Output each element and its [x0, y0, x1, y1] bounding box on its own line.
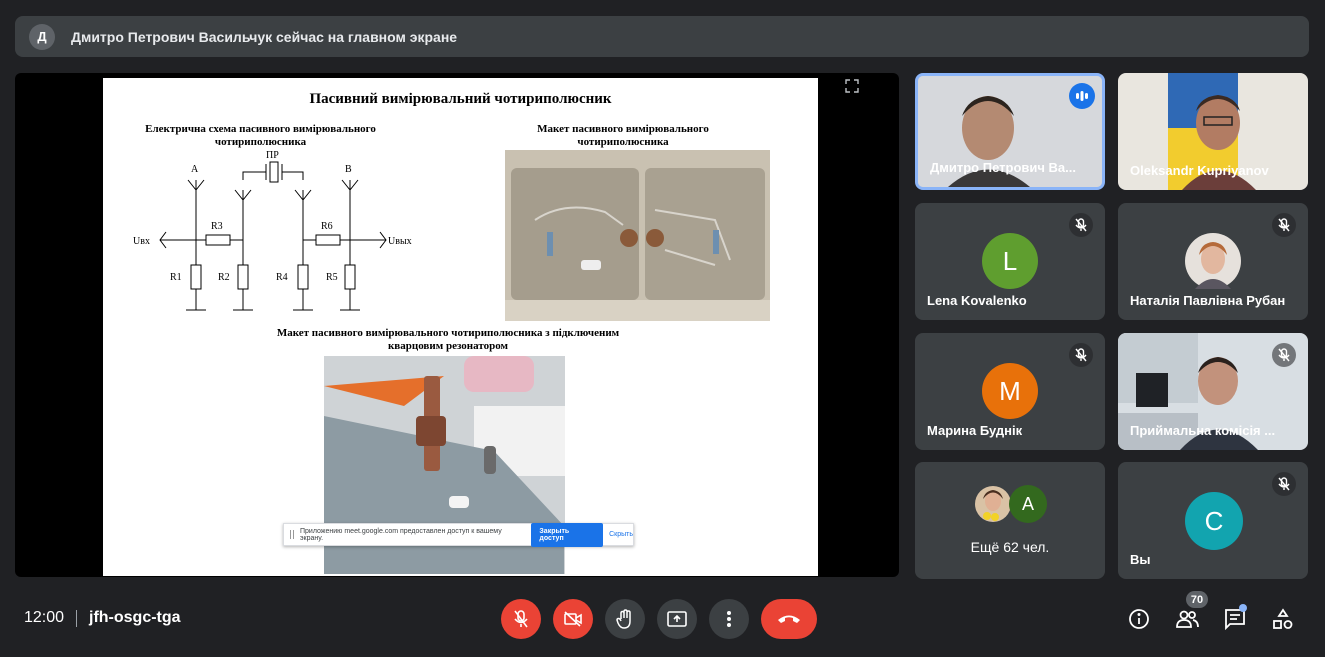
unread-chat-indicator [1239, 604, 1247, 612]
participant-photo-avatar [1185, 233, 1241, 289]
participant-count-badge: 70 [1186, 591, 1208, 608]
participants-button[interactable] [1174, 606, 1200, 632]
participant-photo-avatar [975, 486, 1011, 522]
label-r1: R1 [170, 272, 182, 283]
label-pr: ПР [266, 150, 279, 161]
meeting-info-button[interactable] [1126, 606, 1152, 632]
meeting-code: jfh-osgc-tga [89, 609, 181, 626]
mic-off-icon [1069, 213, 1093, 237]
presentation-stage[interactable]: Пасивний вимірювальний чотириполюсник Ел… [15, 73, 899, 577]
more-participants-label: Ещё 62 чел. [970, 539, 1050, 555]
label-r4: R4 [276, 272, 288, 283]
present-icon [667, 611, 687, 627]
participant-tile-nataliia[interactable]: Наталія Павлівна Рубан [1118, 203, 1308, 320]
label-uin: Uвх [133, 236, 150, 247]
activities-icon [1273, 608, 1293, 629]
participant-avatar: C [1185, 492, 1243, 550]
mic-off-icon [1272, 213, 1296, 237]
participant-tile-maryna[interactable]: M Марина Буднік [915, 333, 1105, 450]
screen-share-notice: Приложению meet.google.com предоставлен … [283, 522, 634, 547]
participant-tile-admissions[interactable]: Приймальна комісія ... [1118, 333, 1308, 450]
info-icon [1129, 609, 1149, 629]
self-tile[interactable]: C Вы [1118, 462, 1308, 579]
people-icon [1176, 610, 1199, 628]
participant-tile-lena[interactable]: L Lena Kovalenko [915, 203, 1105, 320]
raise-hand-button[interactable] [605, 599, 645, 639]
speaking-indicator-icon [1069, 83, 1095, 109]
expand-icon[interactable] [845, 79, 859, 93]
bottom-divider [76, 610, 77, 627]
more-vert-icon [727, 611, 731, 627]
present-screen-button[interactable] [657, 599, 697, 639]
presenter-avatar: Д [29, 23, 55, 50]
label-b: B [345, 164, 352, 175]
participant-name: Lena Kovalenko [927, 293, 1027, 308]
mic-off-icon [514, 610, 528, 628]
circuit-schematic: A Uвх R1 R3 R2 ПР R4 R6 R5 B Uвых [133, 150, 412, 311]
slide-title: Пасивний вимірювальний чотириполюсник [309, 91, 612, 107]
hide-notice-link[interactable]: Скрыть [609, 531, 633, 538]
share-notice-text: Приложению meet.google.com предоставлен … [299, 527, 502, 542]
more-participants-tile[interactable]: A Ещё 62 чел. [915, 462, 1105, 579]
label-r3: R3 [211, 221, 223, 232]
participant-name: Вы [1130, 552, 1151, 567]
leave-call-button[interactable] [761, 599, 817, 639]
participant-avatar: M [982, 363, 1038, 419]
participant-name: Дмитро Петрович Ва... [930, 160, 1076, 175]
label-r6: R6 [321, 221, 333, 232]
hang-up-icon [778, 615, 800, 623]
drag-handle-icon[interactable] [290, 530, 294, 539]
circuit-box-photo [505, 150, 770, 321]
toggle-camera-button[interactable] [553, 599, 593, 639]
hand-icon [616, 609, 631, 629]
schematic-caption: Електрична схема пасивного вимірювальног… [145, 123, 376, 148]
stop-sharing-button[interactable]: Закрыть доступ [531, 522, 604, 547]
label-uout: Uвых [388, 236, 412, 247]
photo2-caption: Макет пасивного вимірювального чотирипол… [276, 327, 620, 352]
toggle-mic-button[interactable] [501, 599, 541, 639]
presenting-text: Дмитро Петрович Васильчук сейчас на глав… [71, 28, 458, 45]
participant-name: Приймальна комісія ... [1130, 423, 1276, 438]
mic-off-icon [1272, 472, 1296, 496]
camera-off-icon [564, 611, 582, 627]
participant-name: Oleksandr Kupriyanov [1130, 163, 1269, 178]
mic-off-icon [1069, 343, 1093, 367]
participant-avatar: A [1009, 485, 1047, 523]
label-a: A [191, 164, 199, 175]
more-options-button[interactable] [709, 599, 749, 639]
participant-name: Наталія Павлівна Рубан [1130, 293, 1286, 308]
participant-tile-oleksandr[interactable]: Oleksandr Kupriyanov [1118, 73, 1308, 190]
participant-avatar: L [982, 233, 1038, 289]
participant-tile-dmytro[interactable]: Дмитро Петрович Ва... [915, 73, 1105, 190]
label-r5: R5 [326, 272, 338, 283]
activities-button[interactable] [1270, 606, 1296, 632]
label-r2: R2 [218, 272, 230, 283]
mic-off-icon [1272, 343, 1296, 367]
shared-slide: Пасивний вимірювальний чотириполюсник Ел… [103, 78, 818, 576]
participant-name: Марина Буднік [927, 423, 1023, 438]
photo1-caption: Макет пасивного вимірювального чотирипол… [537, 123, 709, 148]
meeting-clock: 12:00 [24, 609, 65, 626]
presenting-banner: Д Дмитро Петрович Васильчук сейчас на гл… [15, 16, 1309, 57]
